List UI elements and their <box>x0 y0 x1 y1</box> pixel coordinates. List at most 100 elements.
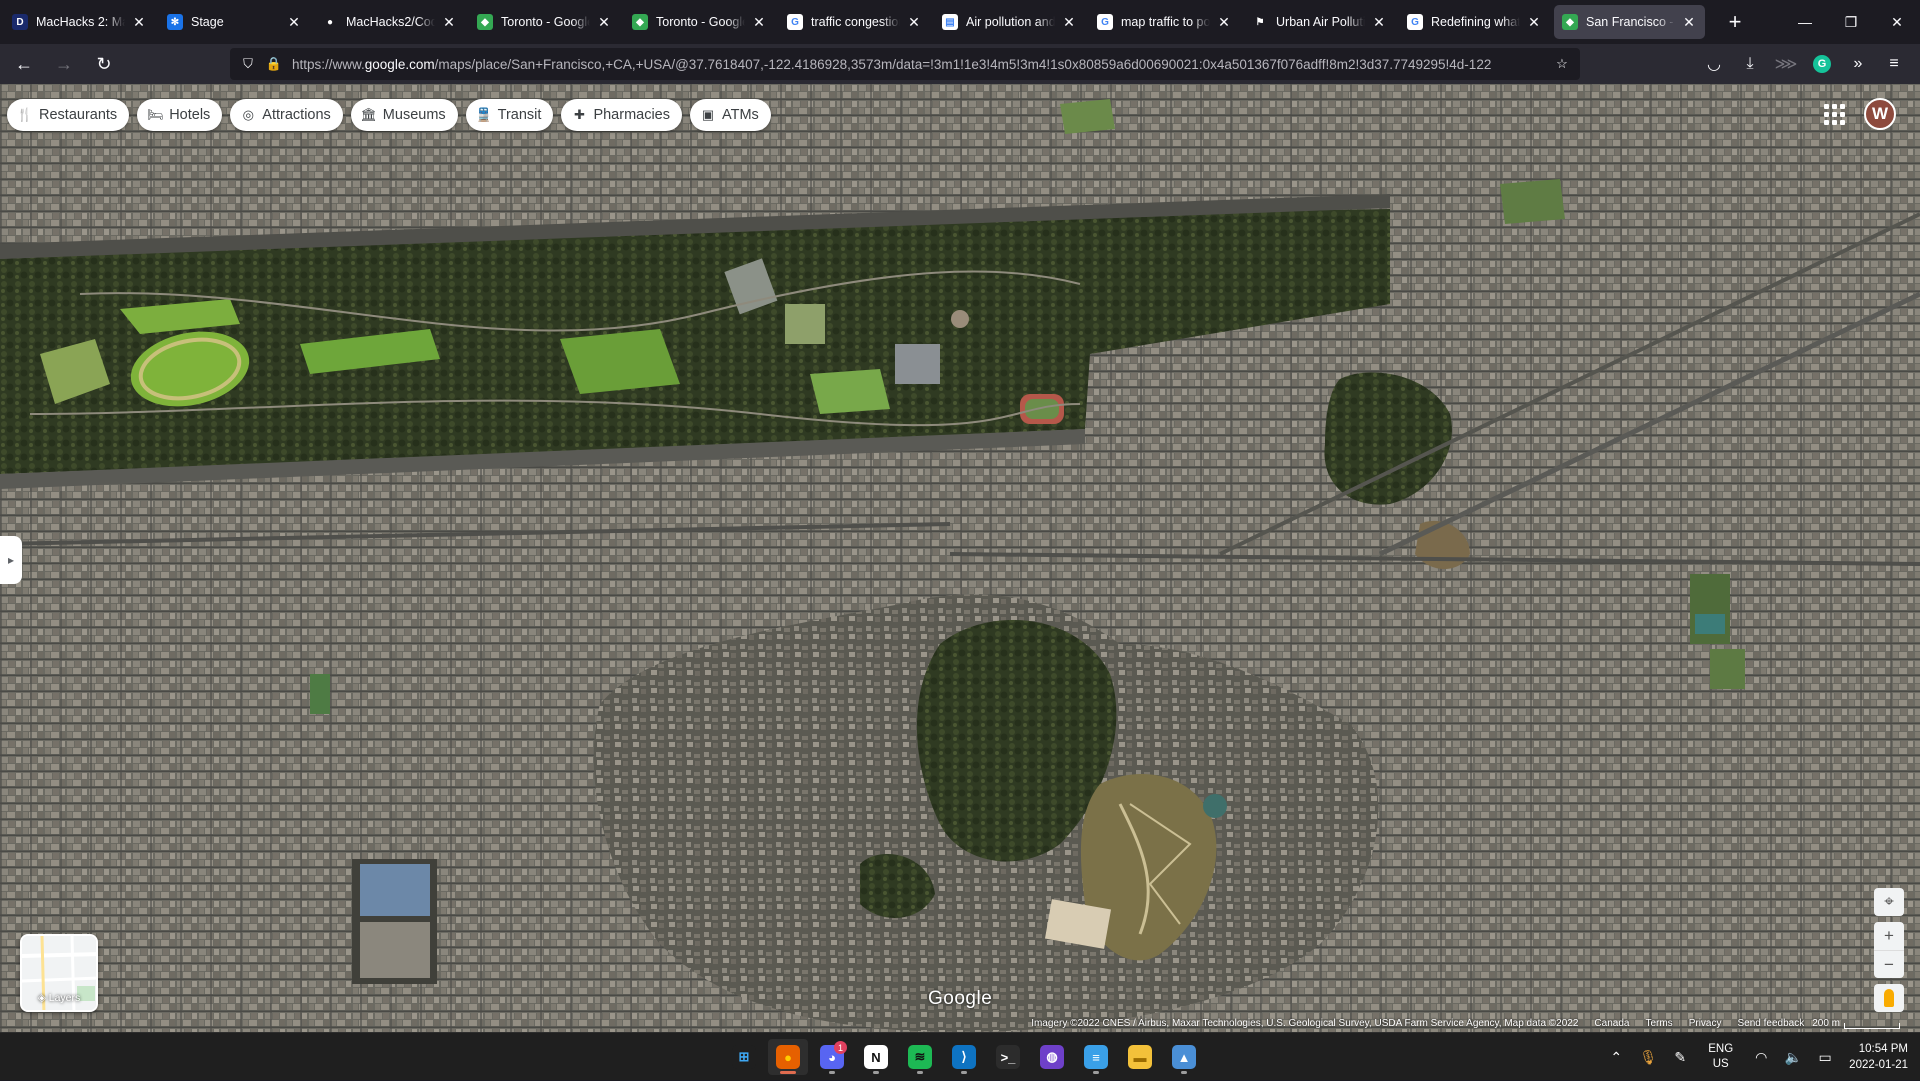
spotify-taskbar-button[interactable]: ≋ <box>900 1039 940 1075</box>
grammarly-icon[interactable]: G <box>1806 48 1838 80</box>
close-tab-icon[interactable]: ✕ <box>286 14 302 30</box>
layers-button[interactable]: ◈ Layers <box>20 934 98 1012</box>
address-bar[interactable]: ⛉ 🔒 https://www.google.com/maps/place/Sa… <box>230 48 1580 80</box>
photos-icon: ▲ <box>1172 1045 1196 1069</box>
pocket-icon[interactable]: ◡ <box>1698 48 1730 80</box>
category-chip-hotels[interactable]: 🛏 Hotels <box>137 99 223 131</box>
minimize-button[interactable]: — <box>1782 0 1828 44</box>
tab-title: MacHacks 2: MacHacks <box>36 15 125 29</box>
forward-button[interactable]: → <box>48 48 80 80</box>
close-tab-icon[interactable]: ✕ <box>906 14 922 30</box>
url-text[interactable]: https://www.google.com/maps/place/San+Fr… <box>292 57 1544 72</box>
new-tab-button[interactable]: + <box>1719 6 1751 38</box>
firefox-icon: ● <box>776 1045 800 1069</box>
browser-tab[interactable]: D MacHacks 2: MacHacks ✕ <box>4 5 155 39</box>
close-tab-icon[interactable]: ✕ <box>751 14 767 30</box>
satellite-imagery[interactable] <box>0 84 1920 1032</box>
collapse-side-panel-button[interactable]: ▸ <box>0 536 22 584</box>
category-chip-pharmacies[interactable]: ✚ Pharmacies <box>561 99 682 131</box>
download-icon[interactable]: ⤓ <box>1734 48 1766 80</box>
terminal-icon: >_ <box>996 1045 1020 1069</box>
country-link[interactable]: Canada <box>1594 1018 1629 1029</box>
photos-taskbar-button[interactable]: ▲ <box>1164 1039 1204 1075</box>
github-desktop-taskbar-button[interactable]: ◍ <box>1032 1039 1072 1075</box>
category-chip-restaurants[interactable]: 🍴 Restaurants <box>7 99 130 131</box>
browser-tab[interactable]: Gmap traffic to pollution ✕ <box>1089 5 1240 39</box>
category-chips: 🍴 Restaurants 🛏 Hotels ◎ Attractions 🏛 Museums 🚆… <box>7 99 779 131</box>
file-explorer-taskbar-button[interactable]: ▬ <box>1120 1039 1160 1075</box>
account-avatar[interactable]: W <box>1864 98 1896 130</box>
back-button[interactable]: ← <box>8 48 40 80</box>
running-indicator <box>829 1071 835 1074</box>
close-tab-icon[interactable]: ✕ <box>1216 14 1232 30</box>
volume-icon[interactable]: 🔈 <box>1780 1044 1806 1070</box>
notepad-taskbar-button[interactable]: ≡ <box>1076 1039 1116 1075</box>
pen-icon[interactable]: ✎ <box>1667 1044 1693 1070</box>
notion-taskbar-button[interactable]: N <box>856 1039 896 1075</box>
bookmark-star-icon[interactable]: ☆ <box>1554 56 1570 72</box>
zoom-in-button[interactable]: + <box>1874 922 1904 950</box>
zoom-out-button[interactable]: − <box>1874 950 1904 978</box>
hamburger-menu-icon[interactable]: ≡ <box>1878 48 1910 80</box>
tab-title: Redefining what a <box>1431 15 1520 29</box>
send-feedback-link[interactable]: Send feedback <box>1737 1018 1804 1029</box>
browser-tab[interactable]: ◆ Toronto - Google Maps ✕ <box>469 5 620 39</box>
url-domain: google.com <box>364 56 435 72</box>
map-viewport[interactable]: 🍴 Restaurants 🛏 Hotels ◎ Attractions 🏛 Museums 🚆… <box>0 84 1920 1032</box>
scale-bar[interactable]: 200 m <box>1812 1018 1900 1029</box>
layers-text: Layers <box>48 992 81 1004</box>
browser-tab[interactable]: ⚑ Urban Air Pollution ✕ <box>1244 5 1395 39</box>
devpost-icon: D <box>12 14 28 30</box>
microphone-icon[interactable]: 🎙 <box>1635 1044 1661 1070</box>
firefox-taskbar-button[interactable]: ● <box>768 1039 808 1075</box>
close-tab-icon[interactable]: ✕ <box>1061 14 1077 30</box>
category-chip-transit[interactable]: 🚆 Transit <box>465 99 554 131</box>
wifi-icon[interactable]: ◠ <box>1748 1044 1774 1070</box>
browser-tab[interactable]: ✻ Stage ✕ <box>159 5 310 39</box>
show-hidden-icons-chevron-icon[interactable]: ⌃ <box>1603 1044 1629 1070</box>
category-chip-museums[interactable]: 🏛 Museums <box>350 99 458 131</box>
discord-taskbar-button[interactable]: ◕ 1 <box>812 1039 852 1075</box>
lock-icon[interactable]: 🔒 <box>266 56 282 72</box>
privacy-link[interactable]: Privacy <box>1689 1018 1722 1029</box>
extension-arrow-icon[interactable]: ⋙ <box>1770 48 1802 80</box>
google-maps-icon: ◆ <box>477 14 493 30</box>
close-tab-icon[interactable]: ✕ <box>1371 14 1387 30</box>
stage-icon: ✻ <box>167 14 183 30</box>
pegman-icon[interactable] <box>1874 984 1904 1012</box>
google-icon: G <box>787 14 803 30</box>
category-chip-attractions[interactable]: ◎ Attractions <box>230 99 343 131</box>
category-chip-label: ATMs <box>722 107 759 123</box>
language-indicator[interactable]: ENG US <box>1708 1042 1733 1072</box>
close-window-button[interactable]: ✕ <box>1874 0 1920 44</box>
browser-tab[interactable]: ◆ San Francisco - Google Maps ✕ <box>1554 5 1705 39</box>
close-tab-icon[interactable]: ✕ <box>1681 14 1697 30</box>
reload-button[interactable]: ↻ <box>88 48 120 80</box>
browser-tab[interactable]: ◆ Toronto - Google Maps ✕ <box>624 5 775 39</box>
my-location-button[interactable]: ⌖ <box>1874 888 1904 916</box>
browser-tab[interactable]: ▤ Air pollution and health ✕ <box>934 5 1085 39</box>
terminal-taskbar-button[interactable]: >_ <box>988 1039 1028 1075</box>
shield-icon[interactable]: ⛉ <box>240 56 256 72</box>
overflow-menu-icon[interactable]: » <box>1842 48 1874 80</box>
close-tab-icon[interactable]: ✕ <box>596 14 612 30</box>
windows-start-taskbar-button[interactable]: ⊞ <box>724 1039 764 1075</box>
close-tab-icon[interactable]: ✕ <box>1526 14 1542 30</box>
google-apps-icon[interactable] <box>1818 98 1850 130</box>
map-attribution-bar: Imagery ©2022 CNES / Airbus, Maxar Techn… <box>1023 1015 1920 1032</box>
window-controls: — ❐ ✕ <box>1782 0 1920 44</box>
browser-tab[interactable]: Gtraffic congestion ✕ <box>779 5 930 39</box>
browser-tab[interactable]: ● MacHacks2/Code ✕ <box>314 5 465 39</box>
running-indicator <box>1093 1071 1099 1074</box>
close-tab-icon[interactable]: ✕ <box>131 14 147 30</box>
map-controls: ⌖ + − <box>1874 888 1904 1012</box>
bed-icon: 🛏 <box>146 107 164 122</box>
battery-icon[interactable]: ▭ <box>1812 1044 1838 1070</box>
terms-link[interactable]: Terms <box>1645 1018 1672 1029</box>
close-tab-icon[interactable]: ✕ <box>441 14 457 30</box>
vscode-taskbar-button[interactable]: ⟩ <box>944 1039 984 1075</box>
clock[interactable]: 10:54 PM 2022-01-21 <box>1849 1041 1908 1073</box>
restore-button[interactable]: ❐ <box>1828 0 1874 44</box>
category-chip-atms[interactable]: ▣ ATMs <box>690 99 771 131</box>
browser-tab[interactable]: G Redefining what a ✕ <box>1399 5 1550 39</box>
